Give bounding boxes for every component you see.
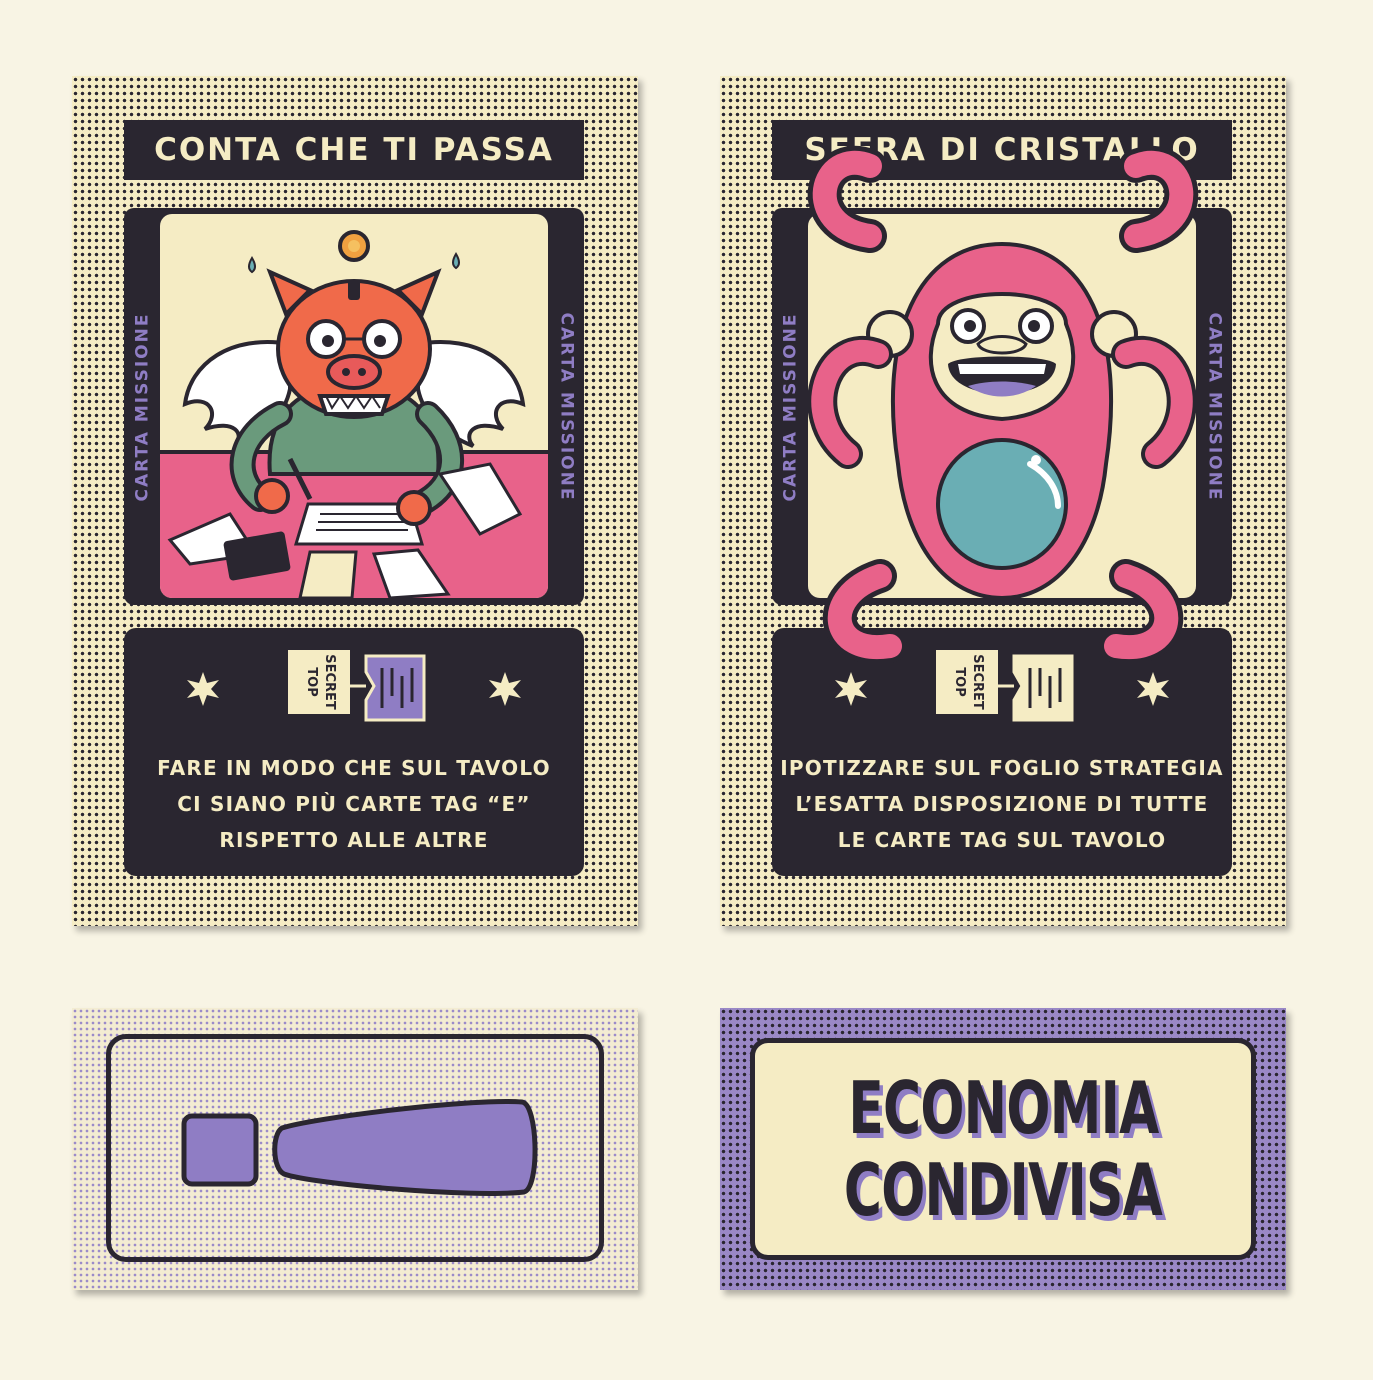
side-label-left: CARTA MISSIONE [132, 312, 152, 501]
illustration-window [160, 214, 548, 598]
svg-text:TOP: TOP [304, 667, 319, 696]
mission-line: L’ESATTA DISPOSIZIONE DI TUTTE [795, 792, 1209, 816]
art-frame: CARTA MISSIONE CARTA MISSIONE [124, 208, 584, 605]
card-title: CONTA CHE TI PASSA [124, 120, 584, 180]
mission-line: FARE IN MODO CHE SUL TAVOLO [157, 756, 551, 780]
top-secret-tag-icon: TOP SECRET [936, 650, 1074, 722]
mission-line: CI SIANO PIÙ CARTE TAG “E” [177, 792, 531, 816]
mission-panel: TOP SECRET IPOTIZZARE SUL FOGLIO STRATEG… [772, 628, 1232, 876]
mission-line: RISPETTO ALLE ALTRE [219, 828, 489, 852]
side-label-right: CARTA MISSIONE [1204, 312, 1224, 501]
mission-line: LE CARTE TAG SUL TAVOLO [837, 828, 1167, 852]
exclamation-icon [181, 1099, 538, 1196]
star-icon [187, 672, 219, 706]
tag-label-box: ECONOMIA CONDIVISA [750, 1038, 1256, 1260]
tag-card-back[interactable] [72, 1008, 638, 1290]
side-label-right: CARTA MISSIONE [556, 312, 576, 501]
card-title: SFERA DI CRISTALLO [772, 120, 1232, 180]
top-secret-tag-icon: TOP SECRET [288, 650, 426, 722]
tag-label-line: CONDIVISA [843, 1148, 1163, 1232]
mission-text: FARE IN MODO CHE SUL TAVOLO CI SIANO PIÙ… [124, 750, 584, 858]
mission-card-sfera[interactable]: SFERA DI CRISTALLO CARTA MISSIONE CARTA … [720, 76, 1286, 926]
mission-line: IPOTIZZARE SUL FOGLIO STRATEGIA [780, 756, 1224, 780]
svg-text:SECRET: SECRET [970, 654, 985, 710]
mission-text: IPOTIZZARE SUL FOGLIO STRATEGIA L’ESATTA… [772, 750, 1232, 858]
mission-panel: TOP SECRET FARE IN MODO CHE SUL TAVOLO C… [124, 628, 584, 876]
tag-card-economia[interactable]: ECONOMIA CONDIVISA [720, 1008, 1286, 1290]
star-icon [835, 672, 867, 706]
octopus-monkey-illustration [808, 241, 1196, 598]
svg-text:SECRET: SECRET [322, 654, 337, 710]
tag-label-line: ECONOMIA [847, 1066, 1159, 1150]
svg-text:TOP: TOP [952, 667, 967, 696]
art-frame: CARTA MISSIONE CARTA MISSIONE [772, 208, 1232, 605]
winged-pig-accountant-illustration [160, 230, 548, 598]
star-icon [489, 672, 521, 706]
star-icon [1137, 672, 1169, 706]
illustration-window [808, 214, 1196, 598]
mission-card-conta[interactable]: CONTA CHE TI PASSA CARTA MISSIONE CARTA … [72, 76, 638, 926]
side-label-left: CARTA MISSIONE [780, 312, 800, 501]
